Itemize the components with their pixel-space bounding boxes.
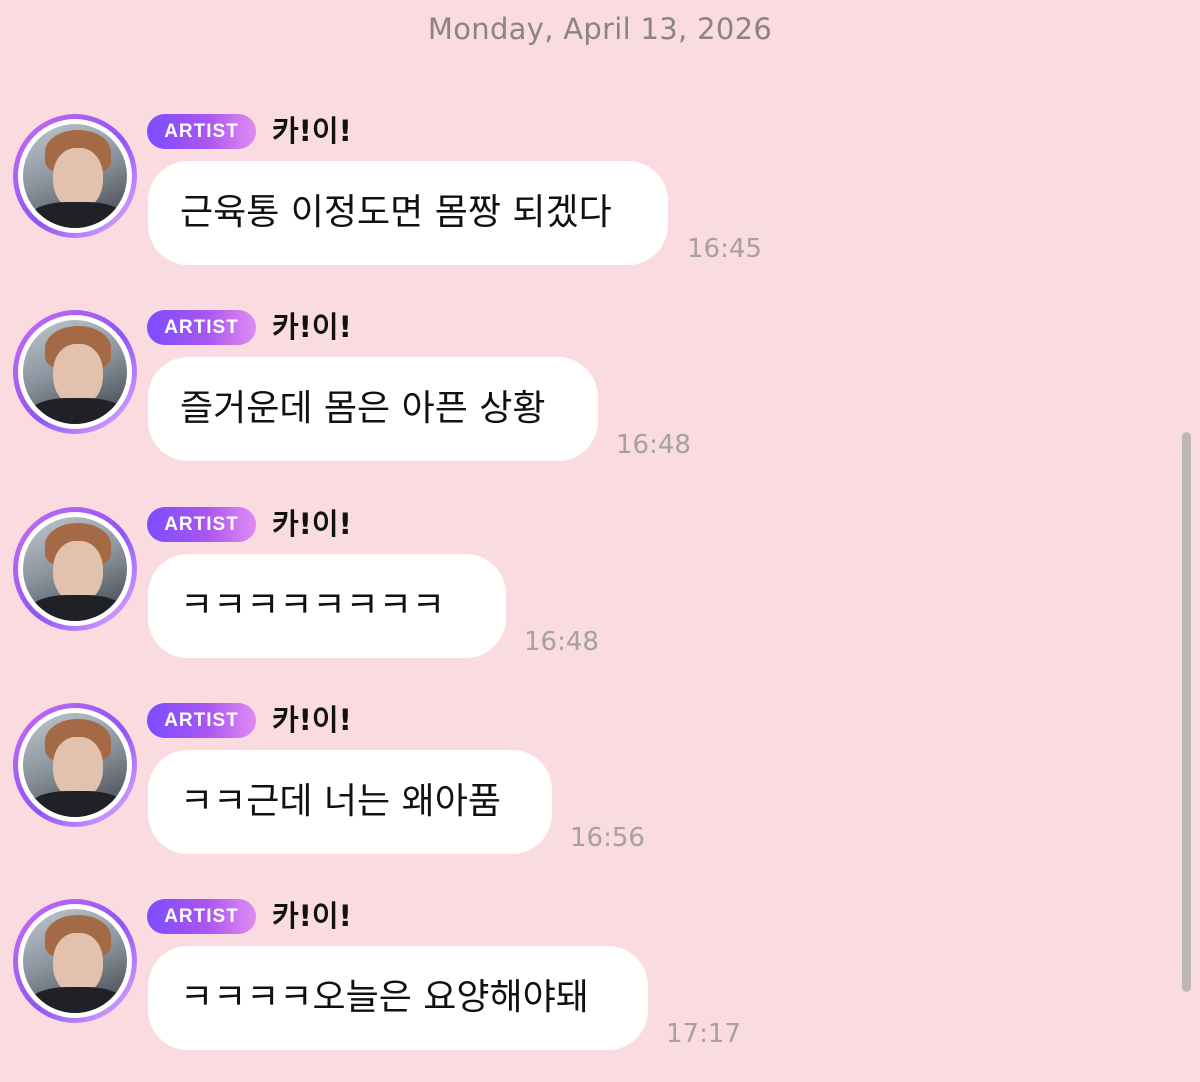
chat-message: ARTIST 카!이! ㅋㅋㅋㅋㅋㅋㅋㅋ 16:48 (0, 507, 1170, 667)
avatar[interactable] (13, 899, 137, 1023)
message-timestamp: 17:17 (666, 1019, 741, 1049)
artist-badge: ARTIST (147, 507, 256, 542)
artist-badge: ARTIST (147, 114, 256, 149)
chat-message-list[interactable]: ARTIST 카!이! 근육통 이정도면 몸짱 되겠다 16:45 ARTIST… (0, 0, 1170, 1082)
artist-badge: ARTIST (147, 703, 256, 738)
chat-message: ARTIST 카!이! 근육통 이정도면 몸짱 되겠다 16:45 (0, 114, 1170, 274)
chat-message: ARTIST 카!이! ㅋㅋㅋㅋ오늘은 요양해야돼 17:17 (0, 899, 1170, 1059)
artist-badge: ARTIST (147, 310, 256, 345)
message-timestamp: 16:48 (524, 627, 599, 657)
message-bubble[interactable]: ㅋㅋ근데 너는 왜아품 (148, 750, 552, 854)
message-timestamp: 16:48 (616, 430, 691, 460)
message-timestamp: 16:56 (570, 823, 645, 853)
avatar[interactable] (13, 310, 137, 434)
message-bubble[interactable]: ㅋㅋㅋㅋㅋㅋㅋㅋ (148, 554, 506, 658)
message-bubble[interactable]: 즐거운데 몸은 아픈 상황 (148, 357, 598, 461)
chat-message: ARTIST 카!이! ㅋㅋ근데 너는 왜아품 16:56 (0, 703, 1170, 863)
sender-name[interactable]: 카!이! (272, 507, 352, 542)
message-bubble[interactable]: 근육통 이정도면 몸짱 되겠다 (148, 161, 668, 265)
artist-badge: ARTIST (147, 899, 256, 934)
sender-name[interactable]: 카!이! (272, 310, 352, 345)
avatar[interactable] (13, 114, 137, 238)
sender-name[interactable]: 카!이! (272, 899, 352, 934)
sender-name[interactable]: 카!이! (272, 703, 352, 738)
message-timestamp: 16:45 (687, 234, 762, 264)
scrollbar[interactable] (1182, 432, 1191, 992)
chat-message: ARTIST 카!이! 즐거운데 몸은 아픈 상황 16:48 (0, 310, 1170, 470)
avatar[interactable] (13, 703, 137, 827)
avatar[interactable] (13, 507, 137, 631)
sender-name[interactable]: 카!이! (272, 114, 352, 149)
message-bubble[interactable]: ㅋㅋㅋㅋ오늘은 요양해야돼 (148, 946, 648, 1050)
